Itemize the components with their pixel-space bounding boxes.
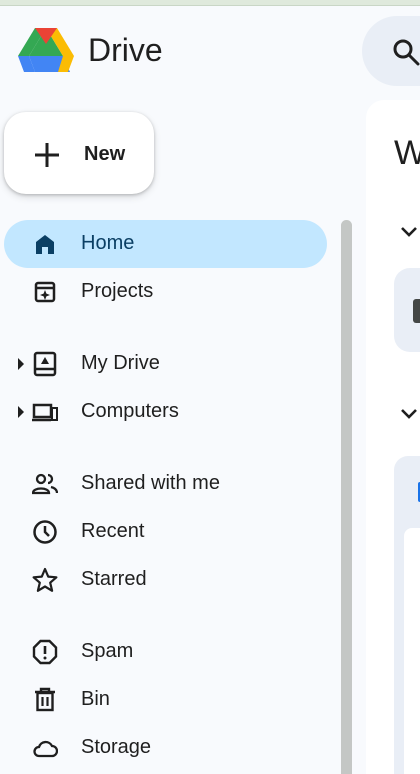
card-icon xyxy=(413,299,420,323)
sidebar-item-label: Shared with me xyxy=(81,472,220,494)
sidebar-item-recent[interactable]: Recent xyxy=(4,508,327,556)
sidebar-item-starred[interactable]: Starred xyxy=(4,556,327,604)
drive-logo-icon[interactable] xyxy=(18,26,74,76)
suggested-section-card[interactable] xyxy=(394,268,420,352)
sidebar-item-label: Computers xyxy=(81,400,179,422)
bin-icon xyxy=(35,687,55,712)
my-drive-icon xyxy=(33,351,57,377)
sidebar-item-home[interactable]: Home xyxy=(4,220,327,268)
sidebar-item-shared-with-me[interactable]: Shared with me xyxy=(4,460,327,508)
sidebar-item-label: Bin xyxy=(81,688,110,710)
search-icon[interactable] xyxy=(392,38,420,66)
app-title: Drive xyxy=(88,32,163,68)
new-button[interactable]: New xyxy=(4,112,154,194)
computers-icon xyxy=(32,403,58,422)
spam-icon xyxy=(32,639,58,665)
sidebar-item-label: Recent xyxy=(81,520,145,542)
chevron-down-icon[interactable] xyxy=(400,226,418,238)
expand-arrow-icon[interactable] xyxy=(18,358,24,370)
projects-icon xyxy=(34,281,56,303)
cloud-icon xyxy=(33,740,58,758)
star-icon xyxy=(32,567,58,592)
sidebar-item-spam[interactable]: Spam xyxy=(4,628,327,676)
expand-arrow-icon[interactable] xyxy=(18,406,24,418)
browser-edge xyxy=(0,0,420,6)
drive-window: Drive New Home Projects My Drive Compute… xyxy=(0,0,420,774)
file-preview xyxy=(404,528,420,774)
sidebar-item-computers[interactable]: Computers xyxy=(4,388,327,436)
sidebar-item-label: My Drive xyxy=(81,352,160,374)
sidebar-item-label: Starred xyxy=(81,568,147,590)
main-heading: W xyxy=(394,134,420,172)
sidebar-item-label: Home xyxy=(81,232,135,254)
sidebar-scrollbar-thumb[interactable] xyxy=(341,220,352,774)
sidebar-item-projects[interactable]: Projects xyxy=(4,268,327,316)
sidebar-item-storage[interactable]: Storage xyxy=(4,724,327,772)
sidebar-item-label: Projects xyxy=(81,280,154,302)
sidebar-item-bin[interactable]: Bin xyxy=(4,676,327,724)
plus-icon xyxy=(35,143,59,167)
chevron-down-icon[interactable] xyxy=(400,408,418,420)
file-card[interactable] xyxy=(394,456,420,774)
sidebar-item-label: Spam xyxy=(81,640,134,662)
new-button-label: New xyxy=(84,143,126,165)
home-icon xyxy=(36,235,54,254)
sidebar-item-label: Storage xyxy=(81,736,152,758)
clock-icon xyxy=(33,520,57,544)
sidebar-item-my-drive[interactable]: My Drive xyxy=(4,340,327,388)
shared-icon xyxy=(32,473,58,495)
